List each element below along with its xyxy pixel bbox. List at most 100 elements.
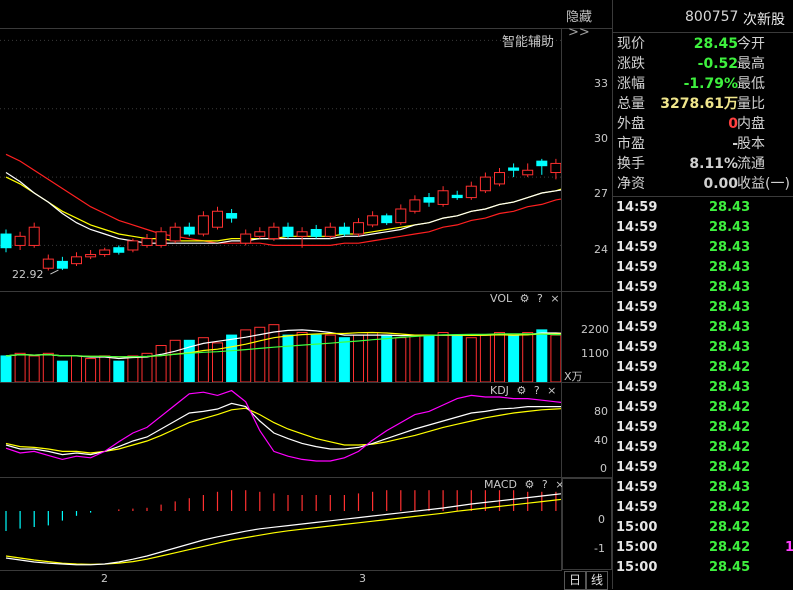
tick-row[interactable]: 15:00 28.45 xyxy=(613,558,793,578)
volume-bar xyxy=(42,352,54,382)
tick-time: 14:59 xyxy=(616,400,658,415)
tick-row[interactable]: 14:59 28.43 xyxy=(613,238,793,258)
tick-row[interactable]: 14:59 28.43 xyxy=(613,338,793,358)
macd-panel[interactable] xyxy=(0,478,561,570)
quote-row: 换手 8.11% 流通 xyxy=(613,154,793,174)
tick-time: 14:59 xyxy=(616,500,658,515)
quote-row: 净资 0.00 收益(一) xyxy=(613,174,793,194)
candle-body xyxy=(254,231,266,237)
tick-row[interactable]: 14:59 28.43 xyxy=(613,278,793,298)
price-tick-label: 30 xyxy=(594,132,608,145)
help-icon[interactable]: ? xyxy=(537,292,543,305)
macd-tick-label: -1 xyxy=(594,542,605,555)
tick-row[interactable]: 14:59 28.43 xyxy=(613,218,793,238)
tick-row[interactable]: 14:59 28.43 xyxy=(613,198,793,218)
candle-body xyxy=(296,231,308,237)
kdj-panel[interactable] xyxy=(0,383,561,477)
tick-time: 14:59 xyxy=(616,420,658,435)
candle-body xyxy=(0,233,12,249)
tick-row[interactable]: 14:59 28.43 xyxy=(613,478,793,498)
tick-row[interactable]: 14:59 28.43 xyxy=(613,258,793,278)
help-icon[interactable]: ? xyxy=(542,478,548,491)
candle-body xyxy=(212,210,223,228)
x-axis-label: 2 xyxy=(101,572,108,585)
volume-bar xyxy=(113,360,125,382)
candle-body xyxy=(536,160,548,167)
volume-bar xyxy=(479,334,491,382)
candle-body xyxy=(28,226,40,246)
candle-body xyxy=(479,176,491,192)
quote-label: 净资 xyxy=(617,176,645,192)
price-panel[interactable]: 22.92 xyxy=(0,29,561,291)
tick-row[interactable]: 14:59 28.42 xyxy=(613,498,793,518)
kdj-k-line xyxy=(5,402,561,456)
quote-label: 换手 xyxy=(617,156,645,172)
tick-row[interactable]: 14:59 28.42 xyxy=(613,438,793,458)
volume-bar xyxy=(268,324,280,382)
tick-row[interactable]: 14:59 28.42 xyxy=(613,398,793,418)
volume-bar xyxy=(155,345,167,382)
candle-body xyxy=(99,249,111,256)
tick-time: 14:59 xyxy=(616,340,658,355)
candle-body xyxy=(381,215,393,224)
quote-label2: 量比 xyxy=(737,96,765,112)
gear-icon[interactable]: ⚙ xyxy=(524,478,534,491)
quote-label2: 股本 xyxy=(737,136,765,152)
volume-bar xyxy=(451,334,463,382)
quote-value: 28.45 xyxy=(693,36,738,52)
quote-label2: 今开 xyxy=(737,36,765,52)
macd-dif-line xyxy=(5,493,561,566)
kdj-j-line xyxy=(5,389,561,462)
volume-bar xyxy=(226,334,238,382)
tick-row[interactable]: 14:59 28.42 xyxy=(613,418,793,438)
kdj-d-line xyxy=(5,407,561,454)
kdj-tick-label: 80 xyxy=(594,405,608,418)
candle-body xyxy=(324,226,336,237)
tick-row[interactable]: 14:59 28.43 xyxy=(613,318,793,338)
tick-row[interactable]: 14:59 28.43 xyxy=(613,378,793,398)
quote-row: 涨幅 -1.79% 最低 xyxy=(613,74,793,94)
volume-bar xyxy=(0,355,12,382)
volume-bar xyxy=(324,334,336,382)
candle-body xyxy=(338,226,350,235)
tick-row[interactable]: 15:00 28.42 xyxy=(613,518,793,538)
quote-label: 总量 xyxy=(617,96,645,112)
candle-body xyxy=(522,169,534,176)
help-icon[interactable]: ? xyxy=(534,384,540,397)
volume-panel[interactable] xyxy=(0,292,561,382)
kdj-tick-label: 0 xyxy=(600,462,607,475)
volume-bar xyxy=(550,334,561,382)
close-icon[interactable]: × xyxy=(547,384,556,397)
kdj-title: KDJ xyxy=(490,384,509,397)
chart-area[interactable]: 隐藏>> 智能辅助 22.92 33 30 27 24 VOL ⚙ ? × 22… xyxy=(0,0,612,590)
tick-price: 28.43 xyxy=(709,320,751,335)
candle-body xyxy=(155,231,167,246)
tick-row[interactable]: 14:59 28.42 xyxy=(613,358,793,378)
close-icon[interactable]: × xyxy=(550,292,559,305)
tick-volume: 1 xyxy=(785,540,793,555)
macd-title-bar: MACD ⚙ ? × xyxy=(484,478,564,491)
period-day-button[interactable]: 日 xyxy=(564,571,586,590)
x-axis-label: 3 xyxy=(359,572,366,585)
quote-row: 涨跌 -0.52 最高 xyxy=(613,54,793,74)
stock-name: 次新股 xyxy=(743,12,785,28)
hide-label: 隐藏 xyxy=(566,10,593,25)
tick-row[interactable]: 15:00 28.42 1 xyxy=(613,538,793,558)
tick-row[interactable]: 14:59 28.43 xyxy=(613,298,793,318)
gear-icon[interactable]: ⚙ xyxy=(520,292,530,305)
chart-top-bar xyxy=(0,0,612,29)
quote-label2: 最高 xyxy=(737,56,765,72)
quote-label: 现价 xyxy=(617,36,645,52)
gear-icon[interactable]: ⚙ xyxy=(516,384,526,397)
quote-label: 涨跌 xyxy=(617,56,645,72)
tick-time: 14:59 xyxy=(616,200,658,215)
quote-value: -1.79% xyxy=(683,76,738,92)
volume-bar xyxy=(56,360,68,382)
volume-bar xyxy=(338,337,350,382)
candle-body xyxy=(451,194,463,199)
tick-time: 15:00 xyxy=(616,560,658,575)
candle-body xyxy=(367,215,379,226)
tick-time: 14:59 xyxy=(616,240,658,255)
tick-row[interactable]: 14:59 28.42 xyxy=(613,458,793,478)
period-line-button[interactable]: 线 xyxy=(586,571,608,590)
